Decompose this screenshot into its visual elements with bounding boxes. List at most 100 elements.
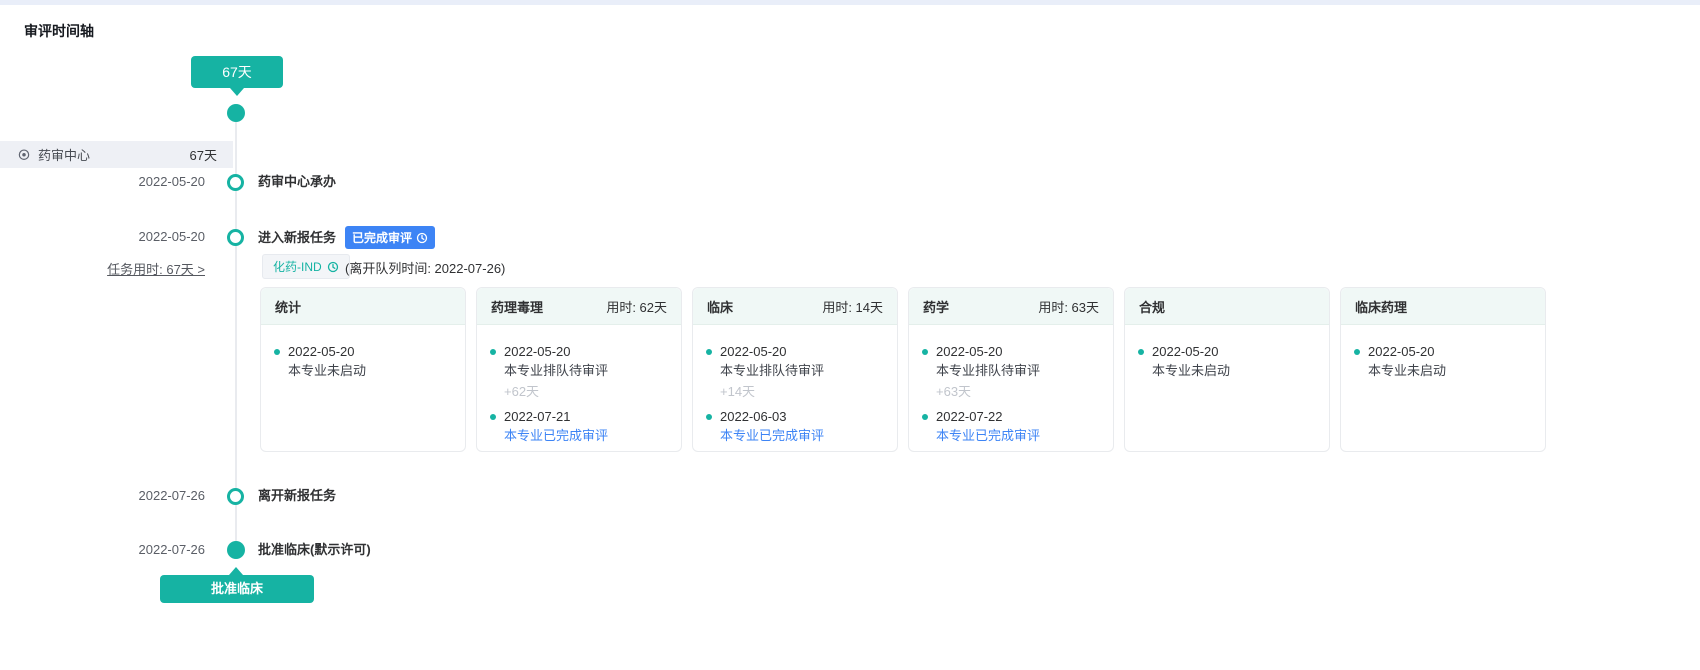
review-timeline-page: 审评时间轴 67天 药审中心 67天 2022-05-20 药审中心承办 202… (0, 0, 1700, 670)
bullet-icon (922, 349, 928, 355)
queue-gap-note: +63天 (936, 384, 972, 399)
org-name: 药审中心 (38, 148, 91, 163)
queue-gap-note: +14天 (720, 384, 756, 399)
entry-date: 2022-05-20 (936, 344, 1003, 359)
card-title: 药学 (923, 299, 950, 315)
entry-date: 2022-05-20 (504, 344, 571, 359)
review-center-row: 药审中心 67天 (0, 141, 233, 168)
card-title: 临床药理 (1355, 299, 1408, 315)
card-header: 药学 用时: 63天 (909, 288, 1113, 325)
entry-status: 本专业未启动 (288, 363, 367, 378)
card-pharmacy: 药学 用时: 63天 2022-05-20 本专业排队待审评 +63天 2022… (908, 287, 1114, 452)
card-statistics: 统计 2022-05-20 本专业未启动 (260, 287, 466, 452)
bullet-icon (706, 349, 712, 355)
event-dot-hollow (227, 174, 244, 191)
page-title: 审评时间轴 (24, 23, 94, 39)
card-duration: 用时: 14天 (822, 299, 883, 315)
approval-tooltip: 批准临床 (160, 567, 314, 603)
bullet-icon (922, 414, 928, 420)
card-body: 2022-05-20 本专业排队待审评 +63天 2022-07-22 本专业已… (909, 325, 1113, 445)
review-complete-badge-label: 已完成审评 (352, 231, 413, 245)
card-duration: 用时: 62天 (606, 299, 667, 315)
entry-status: 本专业未启动 (1368, 363, 1447, 378)
entry-status: 本专业未启动 (1152, 363, 1231, 378)
drug-type-label: 化药-IND (273, 260, 322, 274)
total-duration-tooltip: 67天 (191, 56, 283, 96)
card-header: 临床 用时: 14天 (693, 288, 897, 325)
card-body: 2022-05-20 本专业未启动 (1341, 325, 1545, 380)
queue-leave-note: (离开队列时间: 2022-07-26) (345, 261, 506, 276)
entry-status-link[interactable]: 本专业已完成审评 (720, 426, 824, 445)
entry-status: 本专业排队待审评 (720, 363, 825, 378)
event-title: 药审中心承办 (258, 174, 337, 189)
bullet-icon (1354, 349, 1360, 355)
event-title: 离开新报任务 (258, 488, 337, 503)
entry-date: 2022-05-20 (720, 344, 787, 359)
tooltip-arrow-up (229, 567, 243, 575)
task-duration-link[interactable]: 任务用时: 67天 > (80, 259, 205, 278)
event-title: 批准临床(默示许可) (258, 542, 371, 557)
entry-date: 2022-05-20 (288, 344, 355, 359)
event-dot-hollow (227, 488, 244, 505)
entry-status: 本专业排队待审评 (504, 363, 609, 378)
card-body: 2022-05-20 本专业排队待审评 +62天 2022-07-21 本专业已… (477, 325, 681, 445)
entry-status-link[interactable]: 本专业已完成审评 (936, 426, 1040, 445)
entry-date: 2022-05-20 (1368, 344, 1435, 359)
event-date: 2022-07-26 (138, 488, 206, 503)
approval-tooltip-label: 批准临床 (210, 581, 263, 596)
card-entry: 2022-05-20 本专业排队待审评 (706, 342, 884, 380)
card-header: 临床药理 (1341, 288, 1545, 325)
entry-date: 2022-06-03 (720, 409, 787, 424)
top-divider (0, 0, 1700, 5)
card-pharmacology-toxicology: 药理毒理 用时: 62天 2022-05-20 本专业排队待审评 +62天 20… (476, 287, 682, 452)
clock-icon (416, 232, 428, 244)
event-title: 进入新报任务 (258, 229, 337, 245)
card-title: 统计 (275, 299, 302, 315)
card-title: 合规 (1139, 299, 1166, 315)
clock-icon (327, 261, 339, 273)
bullet-icon (490, 414, 496, 420)
review-complete-badge: 已完成审评 (345, 226, 436, 249)
drug-type-tag: 化药-IND (262, 254, 350, 279)
card-header: 统计 (261, 288, 465, 325)
bullet-icon (706, 414, 712, 420)
card-entry: 2022-07-21 本专业已完成审评 (490, 407, 668, 445)
event-date: 2022-05-20 (138, 174, 206, 189)
entry-date: 2022-05-20 (1152, 344, 1219, 359)
card-entry: 2022-05-20 本专业未启动 (1354, 342, 1532, 380)
bullet-icon (1138, 349, 1144, 355)
event-title-row: 进入新报任务 已完成审评 (258, 226, 436, 249)
bullet-icon (274, 349, 280, 355)
card-body: 2022-05-20 本专业未启动 (1125, 325, 1329, 380)
timeline-start-dot (227, 104, 245, 122)
event-dot-hollow (227, 229, 244, 246)
event-date: 2022-07-26 (138, 542, 206, 557)
entry-date: 2022-07-21 (504, 409, 571, 424)
entry-status-link[interactable]: 本专业已完成审评 (504, 426, 608, 445)
card-clinical: 临床 用时: 14天 2022-05-20 本专业排队待审评 +14天 2022… (692, 287, 898, 452)
org-duration: 67天 (189, 148, 217, 163)
event-dot-filled (227, 541, 245, 559)
card-title: 临床 (707, 299, 734, 315)
card-body: 2022-05-20 本专业排队待审评 +14天 2022-06-03 本专业已… (693, 325, 897, 445)
card-clinical-pharmacology: 临床药理 2022-05-20 本专业未启动 (1340, 287, 1546, 452)
card-header: 药理毒理 用时: 62天 (477, 288, 681, 325)
bullet-icon (490, 349, 496, 355)
queue-gap-note: +62天 (504, 384, 540, 399)
card-entry: 2022-05-20 本专业未启动 (274, 342, 452, 380)
entry-status: 本专业排队待审评 (936, 363, 1041, 378)
location-icon (17, 148, 31, 162)
event-date: 2022-05-20 (138, 229, 206, 244)
total-duration-label: 67天 (222, 64, 252, 80)
card-duration: 用时: 63天 (1038, 299, 1099, 315)
card-body: 2022-05-20 本专业未启动 (261, 325, 465, 380)
card-entry: 2022-05-20 本专业排队待审评 (490, 342, 668, 380)
card-header: 合规 (1125, 288, 1329, 325)
card-entry: 2022-07-22 本专业已完成审评 (922, 407, 1100, 445)
card-entry: 2022-05-20 本专业排队待审评 (922, 342, 1100, 380)
discipline-cards: 统计 2022-05-20 本专业未启动 药理毒理 用时: 62天 2022-0… (260, 287, 1546, 452)
card-title: 药理毒理 (491, 299, 544, 315)
entry-date: 2022-07-22 (936, 409, 1003, 424)
card-entry: 2022-05-20 本专业未启动 (1138, 342, 1316, 380)
card-entry: 2022-06-03 本专业已完成审评 (706, 407, 884, 445)
